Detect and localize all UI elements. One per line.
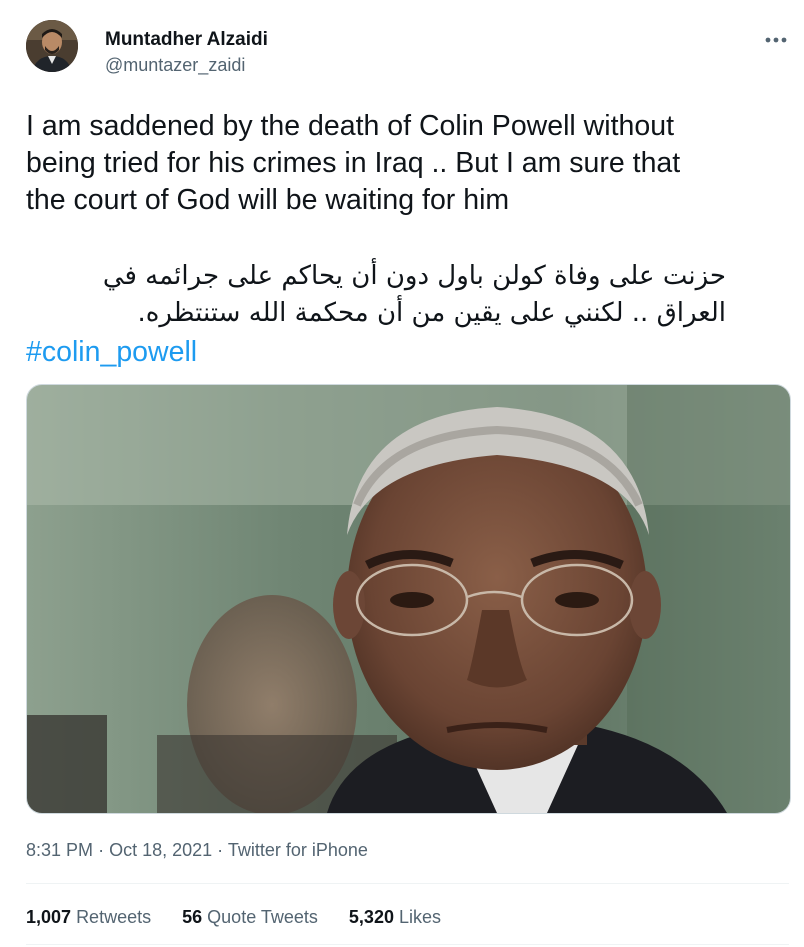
quote-tweets-label: Quote Tweets	[207, 907, 318, 927]
tweet-text-line: I am saddened by the death of Colin Powe…	[26, 110, 674, 142]
separator: ·	[98, 840, 105, 860]
author-handle[interactable]: @muntazer_zaidi	[105, 55, 245, 76]
tweet-photo[interactable]	[26, 384, 791, 814]
tweet-card: Muntadher Alzaidi @muntazer_zaidi I am s…	[0, 0, 804, 947]
more-horizontal-icon	[765, 37, 787, 43]
author-name[interactable]: Muntadher Alzaidi	[105, 29, 268, 51]
likes-label: Likes	[398, 907, 442, 927]
tweet-source[interactable]: Twitter for iPhone	[228, 840, 368, 860]
separator: ·	[217, 840, 224, 860]
tweet-arabic-line: حزنت على وفاة كولن باول دون أن يحاكم على…	[102, 261, 726, 291]
retweets-stat[interactable]: 1,007 Retweets	[26, 907, 151, 928]
timestamp-row: 8:31 PM · Oct 18, 2021 · Twitter for iPh…	[26, 840, 368, 861]
tweet-date[interactable]: Oct 18, 2021	[109, 840, 212, 860]
likes-stat[interactable]: 5,320 Likes	[349, 907, 441, 928]
retweets-label: Retweets	[76, 907, 152, 927]
quote-tweets-count: 56	[182, 907, 203, 927]
quote-tweets-stat[interactable]: 56 Quote Tweets	[182, 907, 318, 928]
more-button[interactable]	[758, 24, 794, 56]
likes-count: 5,320	[348, 907, 394, 927]
tweet-text: I am saddened by the death of Colin Powe…	[26, 108, 786, 219]
avatar[interactable]	[26, 20, 78, 72]
tweet-text-line: being tried for his crimes in Iraq .. Bu…	[26, 147, 681, 179]
divider	[26, 883, 789, 884]
tweet-text-line: the court of God will be waiting for him	[26, 184, 510, 216]
tweet-time[interactable]: 8:31 PM	[26, 840, 93, 860]
tweet-arabic-line: العراق .. لكنني على يقين من أن محكمة الل…	[137, 298, 726, 328]
retweets-count: 1,007	[26, 907, 72, 927]
divider	[26, 944, 789, 945]
engagement-stats: 1,007 Retweets 56 Quote Tweets 5,320 Lik…	[26, 907, 467, 928]
hashtag-link[interactable]: #colin_powell	[26, 334, 197, 371]
tweet-text-arabic: حزنت على وفاة كولن باول دون أن يحاكم على…	[26, 258, 726, 332]
